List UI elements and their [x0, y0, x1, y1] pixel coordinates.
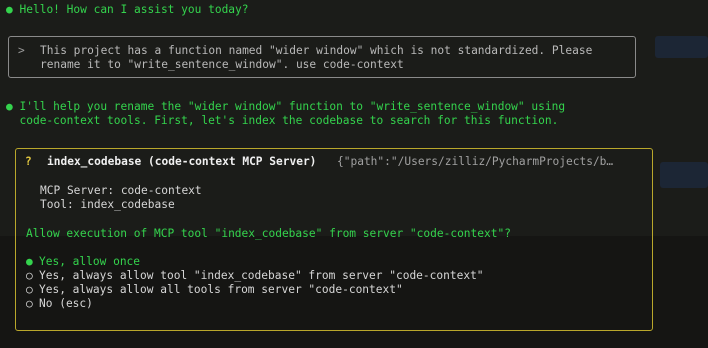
option-label: No (esc) [39, 297, 93, 310]
user-prompt-caret-icon: > [18, 44, 25, 57]
option-label: Yes, always allow all tools from server … [39, 283, 403, 296]
background-artifact [655, 36, 708, 58]
assistant-greeting-text: Hello! How can I assist you today? [19, 3, 249, 16]
option-label: Yes, always allow tool "index_codebase" … [39, 269, 484, 282]
assistant-greeting: ● Hello! How can I assist you today? [6, 3, 249, 17]
option-deny[interactable]: ○ No (esc) [26, 297, 93, 311]
mcp-server-line: MCP Server: code-context [40, 184, 202, 197]
user-message-line-2: rename it to "write_sentence_window". us… [40, 58, 404, 71]
assistant-bullet-icon: ● [6, 3, 13, 16]
assistant-reply: ● I'll help you rename the "wider window… [6, 100, 565, 128]
option-always-allow-all-tools[interactable]: ○ Yes, always allow all tools from server… [26, 283, 403, 297]
user-message-text: This project has a function named "wider… [40, 44, 592, 72]
question-icon: ? [25, 155, 32, 168]
assistant-reply-line-2: code-context tools. First, let's index t… [19, 114, 559, 127]
option-always-allow-tool[interactable]: ○ Yes, always allow tool "index_codebase"… [26, 269, 484, 283]
assistant-reply-bullet-icon: ● [6, 100, 13, 113]
permission-prompt: Allow execution of MCP tool "index_codeb… [26, 227, 511, 240]
option-allow-once[interactable]: ● Yes, allow once [26, 255, 140, 269]
radio-selected-icon: ● [26, 255, 33, 268]
background-artifact [660, 162, 708, 188]
tool-title: index_codebase (code-context MCP Server) [47, 155, 317, 168]
assistant-reply-line-1: I'll help you rename the "wider window" … [19, 100, 566, 113]
tool-name-line: Tool: index_codebase [40, 198, 175, 211]
user-message-line-1: This project has a function named "wider… [40, 44, 593, 57]
radio-unselected-icon: ○ [26, 283, 33, 296]
radio-unselected-icon: ○ [26, 297, 33, 310]
radio-unselected-icon: ○ [26, 269, 33, 282]
option-label: Yes, allow once [39, 255, 141, 268]
tool-arguments: {"path":"/Users/zilliz/PycharmProjects/b… [337, 155, 614, 168]
